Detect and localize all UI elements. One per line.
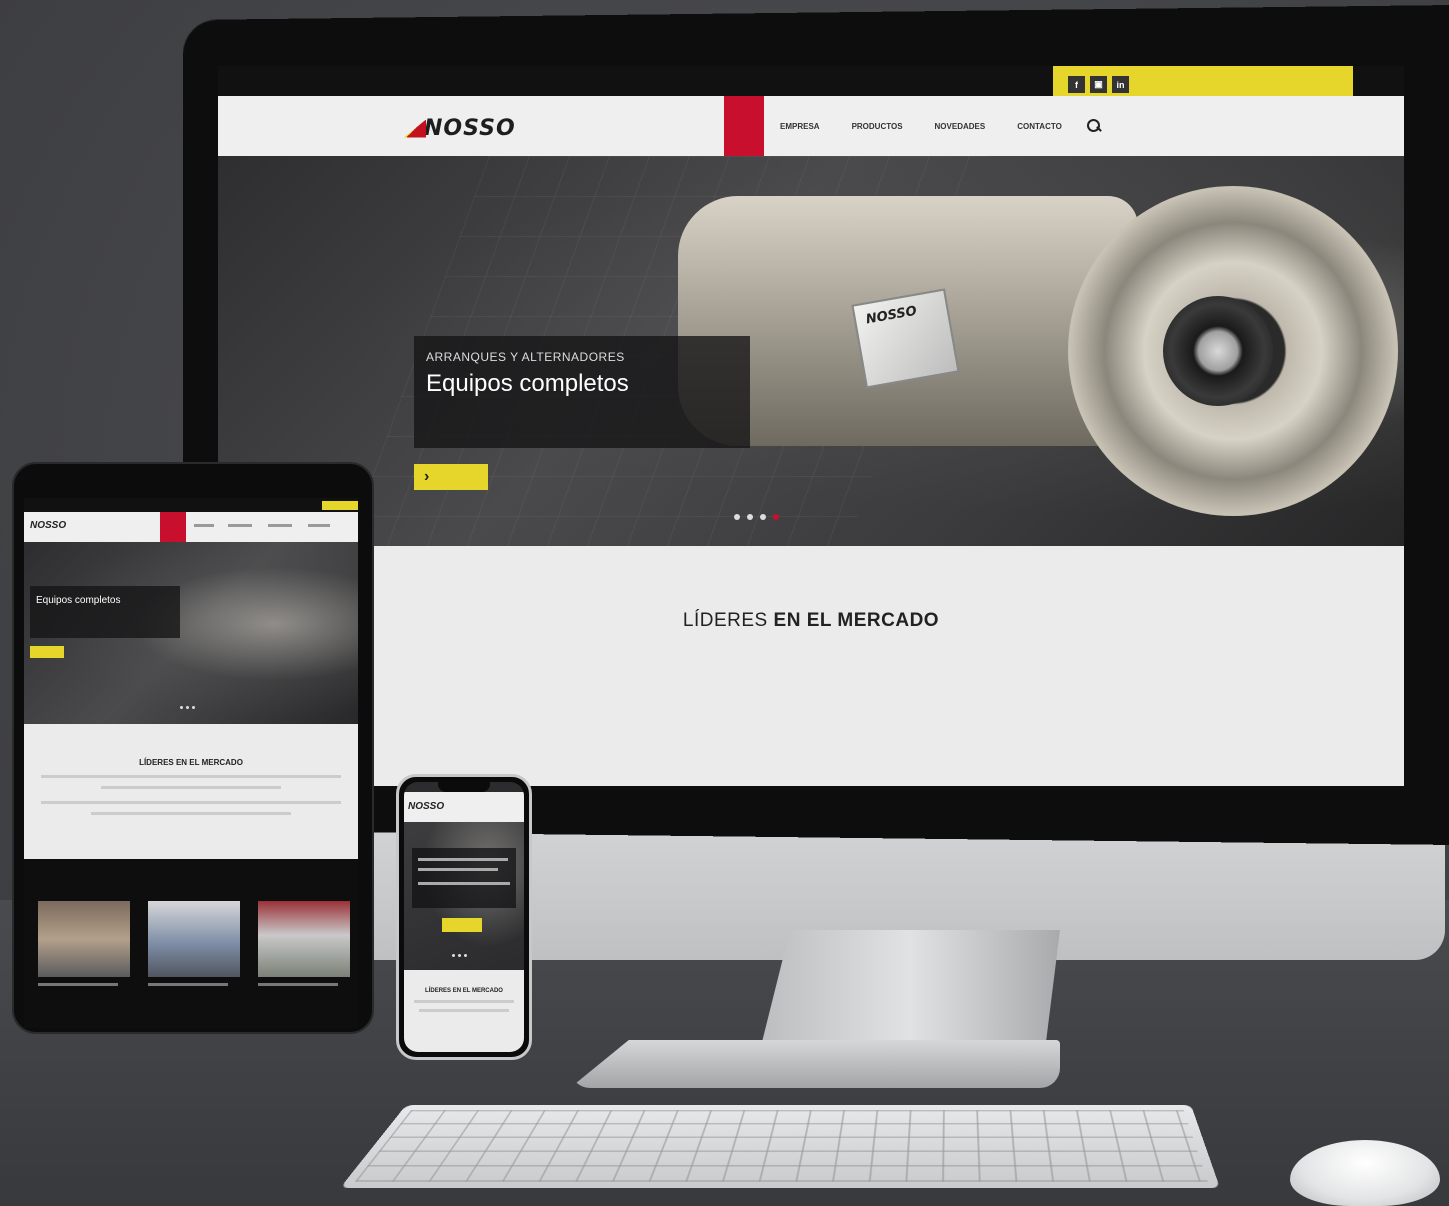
nav-item-inicio[interactable]: [724, 96, 764, 156]
main-nav: NOSSO EMPRESA PRODUCTOS NOVEDADES CONTAC…: [218, 96, 1404, 156]
alternator-pulley: [1163, 296, 1273, 406]
search-icon[interactable]: [1086, 118, 1102, 134]
tablet-top-bar: [24, 498, 358, 512]
tablet-hero-button[interactable]: [30, 646, 64, 658]
tablet-news-thumbnails: [38, 901, 350, 986]
tablet-nav-active-item[interactable]: [160, 512, 186, 542]
phone-leaders-section: LÍDERES EN EL MERCADO: [404, 970, 524, 1052]
facebook-icon[interactable]: f: [1068, 76, 1085, 93]
tablet-text-line: [41, 801, 341, 804]
tablet-screen: NOSSO Equipos completos LÍDERES EN EL ME…: [24, 498, 358, 1028]
linkedin-icon[interactable]: in: [1112, 76, 1129, 93]
slider-dots: [734, 514, 779, 520]
nameplate-logo: NOSSO: [864, 303, 918, 328]
section-title-light: LÍDERES: [682, 610, 768, 631]
phone-hero-caption: [412, 848, 516, 908]
phone-text-line: [419, 1009, 509, 1012]
imac-stand-foot: [570, 1040, 1060, 1088]
slider-dot[interactable]: [747, 514, 753, 520]
logo-text: NOSSO: [424, 116, 516, 141]
phone-notch: [438, 782, 490, 792]
nav-item-empresa[interactable]: EMPRESA: [764, 96, 836, 156]
keyboard: [340, 1105, 1220, 1188]
hero-heading: Equipos completos: [426, 370, 629, 397]
phone-slider-dots: [452, 954, 467, 957]
tablet-hero-heading: Equipos completos: [36, 595, 121, 606]
nav-item-novedades[interactable]: NOVEDADES: [919, 96, 1002, 156]
tablet-nav-item[interactable]: [228, 524, 252, 527]
section-title-bold: EN EL MERCADO: [773, 610, 940, 631]
slider-dot[interactable]: [458, 954, 461, 957]
news-thumbnail[interactable]: [258, 901, 350, 986]
phone-text-line: [418, 858, 508, 861]
social-links: f ▣ in: [1068, 76, 1129, 93]
slider-dot-active[interactable]: [773, 514, 779, 520]
tablet-slider-dots: [180, 706, 195, 709]
slider-dot[interactable]: [186, 706, 189, 709]
tablet-top-accent: [322, 501, 358, 510]
motor-nameplate: NOSSO: [851, 288, 960, 389]
leaders-section: LÍDERES EN EL MERCADO: [218, 546, 1404, 786]
phone-logo[interactable]: NOSSO: [408, 801, 444, 812]
hero-kicker: ARRANQUES Y ALTERNADORES: [426, 350, 625, 364]
tablet-news-section: [24, 859, 358, 1028]
phone-text-line: [418, 882, 510, 885]
news-thumbnail[interactable]: [38, 901, 130, 986]
phone-hero-button[interactable]: [442, 918, 482, 932]
phone-text-line: [418, 868, 498, 871]
tablet-nav-item[interactable]: [308, 524, 330, 527]
news-thumbnail[interactable]: [148, 901, 240, 986]
keyboard-keys: [354, 1110, 1208, 1182]
slider-dot[interactable]: [452, 954, 455, 957]
nav-menu: EMPRESA PRODUCTOS NOVEDADES CONTACTO: [724, 96, 1102, 156]
youtube-icon[interactable]: ▣: [1090, 76, 1107, 93]
nav-item-productos[interactable]: PRODUCTOS: [836, 96, 919, 156]
phone-hero: [404, 822, 524, 970]
hero-slider: NOSSO ARRANQUES Y ALTERNADORES Equipos c…: [218, 156, 1404, 546]
site-logo[interactable]: NOSSO: [404, 116, 516, 141]
hero-more-button[interactable]: [414, 464, 488, 490]
hero-caption: ARRANQUES Y ALTERNADORES Equipos complet…: [414, 336, 750, 448]
slider-dot[interactable]: [192, 706, 195, 709]
tablet-nav-item[interactable]: [268, 524, 292, 527]
imac-stand-neck: [760, 930, 1060, 1050]
phone-screen: NOSSO LÍDERES EN EL MERCADO: [404, 782, 524, 1052]
tablet-nav: NOSSO: [24, 512, 358, 542]
top-bar: f ▣ in: [218, 66, 1404, 96]
phone-text-line: [414, 1000, 514, 1003]
nav-item-contacto[interactable]: CONTACTO: [1001, 96, 1078, 156]
slider-dot[interactable]: [760, 514, 766, 520]
tablet-text-line: [101, 786, 281, 789]
tablet-text-line: [41, 775, 341, 778]
tablet-hero: Equipos completos: [24, 542, 358, 724]
phone-section-title: LÍDERES EN EL MERCADO: [425, 988, 503, 994]
slider-dot[interactable]: [734, 514, 740, 520]
tablet-logo[interactable]: NOSSO: [30, 520, 66, 531]
tablet-hero-caption: Equipos completos: [30, 586, 180, 638]
tablet-leaders-section: LÍDERES EN EL MERCADO: [24, 724, 358, 859]
section-title: LÍDERES EN EL MERCADO: [218, 610, 1404, 632]
imac-screen: f ▣ in NOSSO EMPRESA PRODUCTOS NOVEDADES…: [218, 66, 1404, 786]
logo-mark-icon: [404, 119, 426, 138]
slider-dot[interactable]: [180, 706, 183, 709]
slider-dot[interactable]: [464, 954, 467, 957]
tablet-text-line: [91, 812, 291, 815]
phone-nav: NOSSO: [404, 792, 524, 822]
tablet-section-title: LÍDERES EN EL MERCADO: [139, 758, 243, 767]
tablet-nav-item[interactable]: [194, 524, 214, 527]
